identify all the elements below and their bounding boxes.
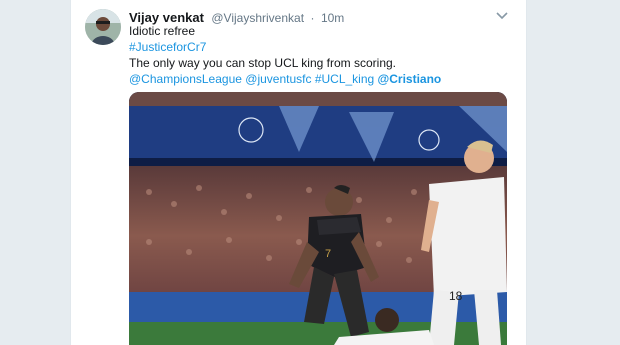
player-left-number: 7 [325,248,331,260]
hashtag-link[interactable]: #UCL_king [315,72,374,86]
stadium-banner [129,106,507,164]
video-media[interactable]: 7 18 [129,92,507,345]
hashtag-link[interactable]: #JusticeforCr7 [129,39,206,55]
mention-link[interactable]: @juventusfc [245,72,311,86]
mention-link[interactable]: @ChampionsLeague [129,72,242,86]
tweet-text-line-1: Idiotic refree [129,24,196,38]
mention-link[interactable]: @Cristiano [378,72,442,86]
timestamp[interactable]: 10m [321,11,344,25]
video-frame: 7 18 [129,92,507,345]
avatar-image [85,9,121,45]
user-handle[interactable]: @Vijayshrivenkat [211,11,304,25]
separator-dot: · [310,11,315,25]
chevron-down-icon[interactable] [495,11,509,21]
player-right-number: 18 [449,289,463,303]
tweet-card[interactable]: Vijay venkat @Vijayshrivenkat · 10m Idio… [70,0,527,345]
tweet-text-line-3: The only way you can stop UCL king from … [129,56,397,70]
avatar[interactable] [85,9,121,45]
mentions-line: @ChampionsLeague @juventusfc #UCL_king @… [129,71,441,87]
